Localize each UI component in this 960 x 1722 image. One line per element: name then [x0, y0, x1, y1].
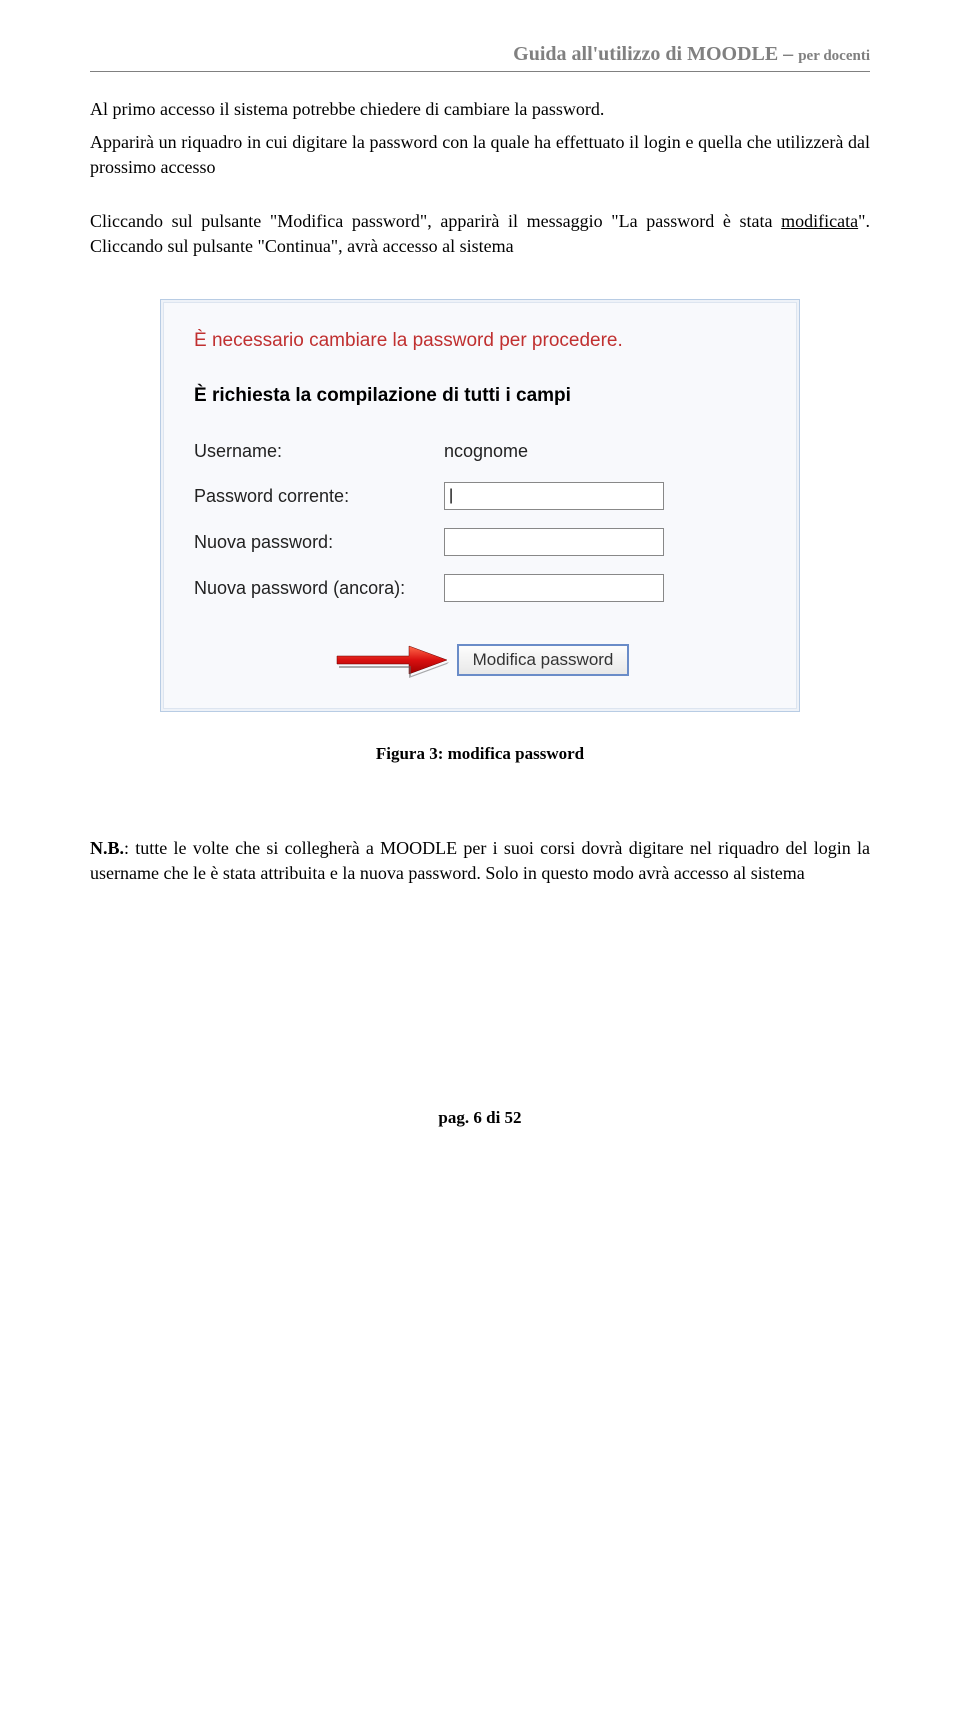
nb-paragraph: N.B.: tutte le volte che si collegherà a…: [90, 836, 870, 886]
new-password-label: Nuova password:: [194, 530, 444, 555]
new-password-input[interactable]: [444, 528, 664, 556]
modify-password-button[interactable]: Modifica password: [457, 644, 630, 676]
page-header: Guida all'utilizzo di MOODLE – per docen…: [90, 40, 870, 72]
password-form-panel: È necessario cambiare la password per pr…: [160, 299, 800, 712]
paragraph-1: Al primo accesso il sistema potrebbe chi…: [90, 97, 870, 122]
current-password-label: Password corrente:: [194, 484, 444, 509]
username-value: ncognome: [444, 439, 766, 464]
row-new-password-again: Nuova password (ancora):: [194, 574, 766, 602]
p3-b: modificata: [781, 211, 858, 231]
nb-prefix: N.B.: [90, 838, 124, 858]
p3-a: Cliccando sul pulsante "Modifica passwor…: [90, 211, 781, 231]
username-label: Username:: [194, 439, 444, 464]
page-footer: pag. 6 di 52: [90, 1106, 870, 1130]
nb-text: : tutte le volte che si collegherà a MOO…: [90, 838, 870, 883]
new-password-again-input[interactable]: [444, 574, 664, 602]
header-main: Guida all'utilizzo di MOODLE –: [513, 43, 798, 65]
red-arrow-icon: [331, 640, 451, 680]
submit-row: Modifica password: [194, 640, 766, 680]
row-current-password: Password corrente:: [194, 482, 766, 510]
password-form-inner: È necessario cambiare la password per pr…: [163, 302, 797, 709]
form-notify-text: È necessario cambiare la password per pr…: [194, 328, 766, 355]
row-username: Username: ncognome: [194, 439, 766, 464]
paragraph-2: Apparirà un riquadro in cui digitare la …: [90, 130, 870, 180]
new-password-again-label: Nuova password (ancora):: [194, 576, 444, 601]
form-required-text: È richiesta la compilazione di tutti i c…: [194, 383, 766, 410]
row-new-password: Nuova password:: [194, 528, 766, 556]
figure-caption: Figura 3: modifica password: [90, 742, 870, 766]
paragraph-3: Cliccando sul pulsante "Modifica passwor…: [90, 209, 870, 259]
header-sub: per docenti: [798, 48, 870, 64]
current-password-input[interactable]: [444, 482, 664, 510]
